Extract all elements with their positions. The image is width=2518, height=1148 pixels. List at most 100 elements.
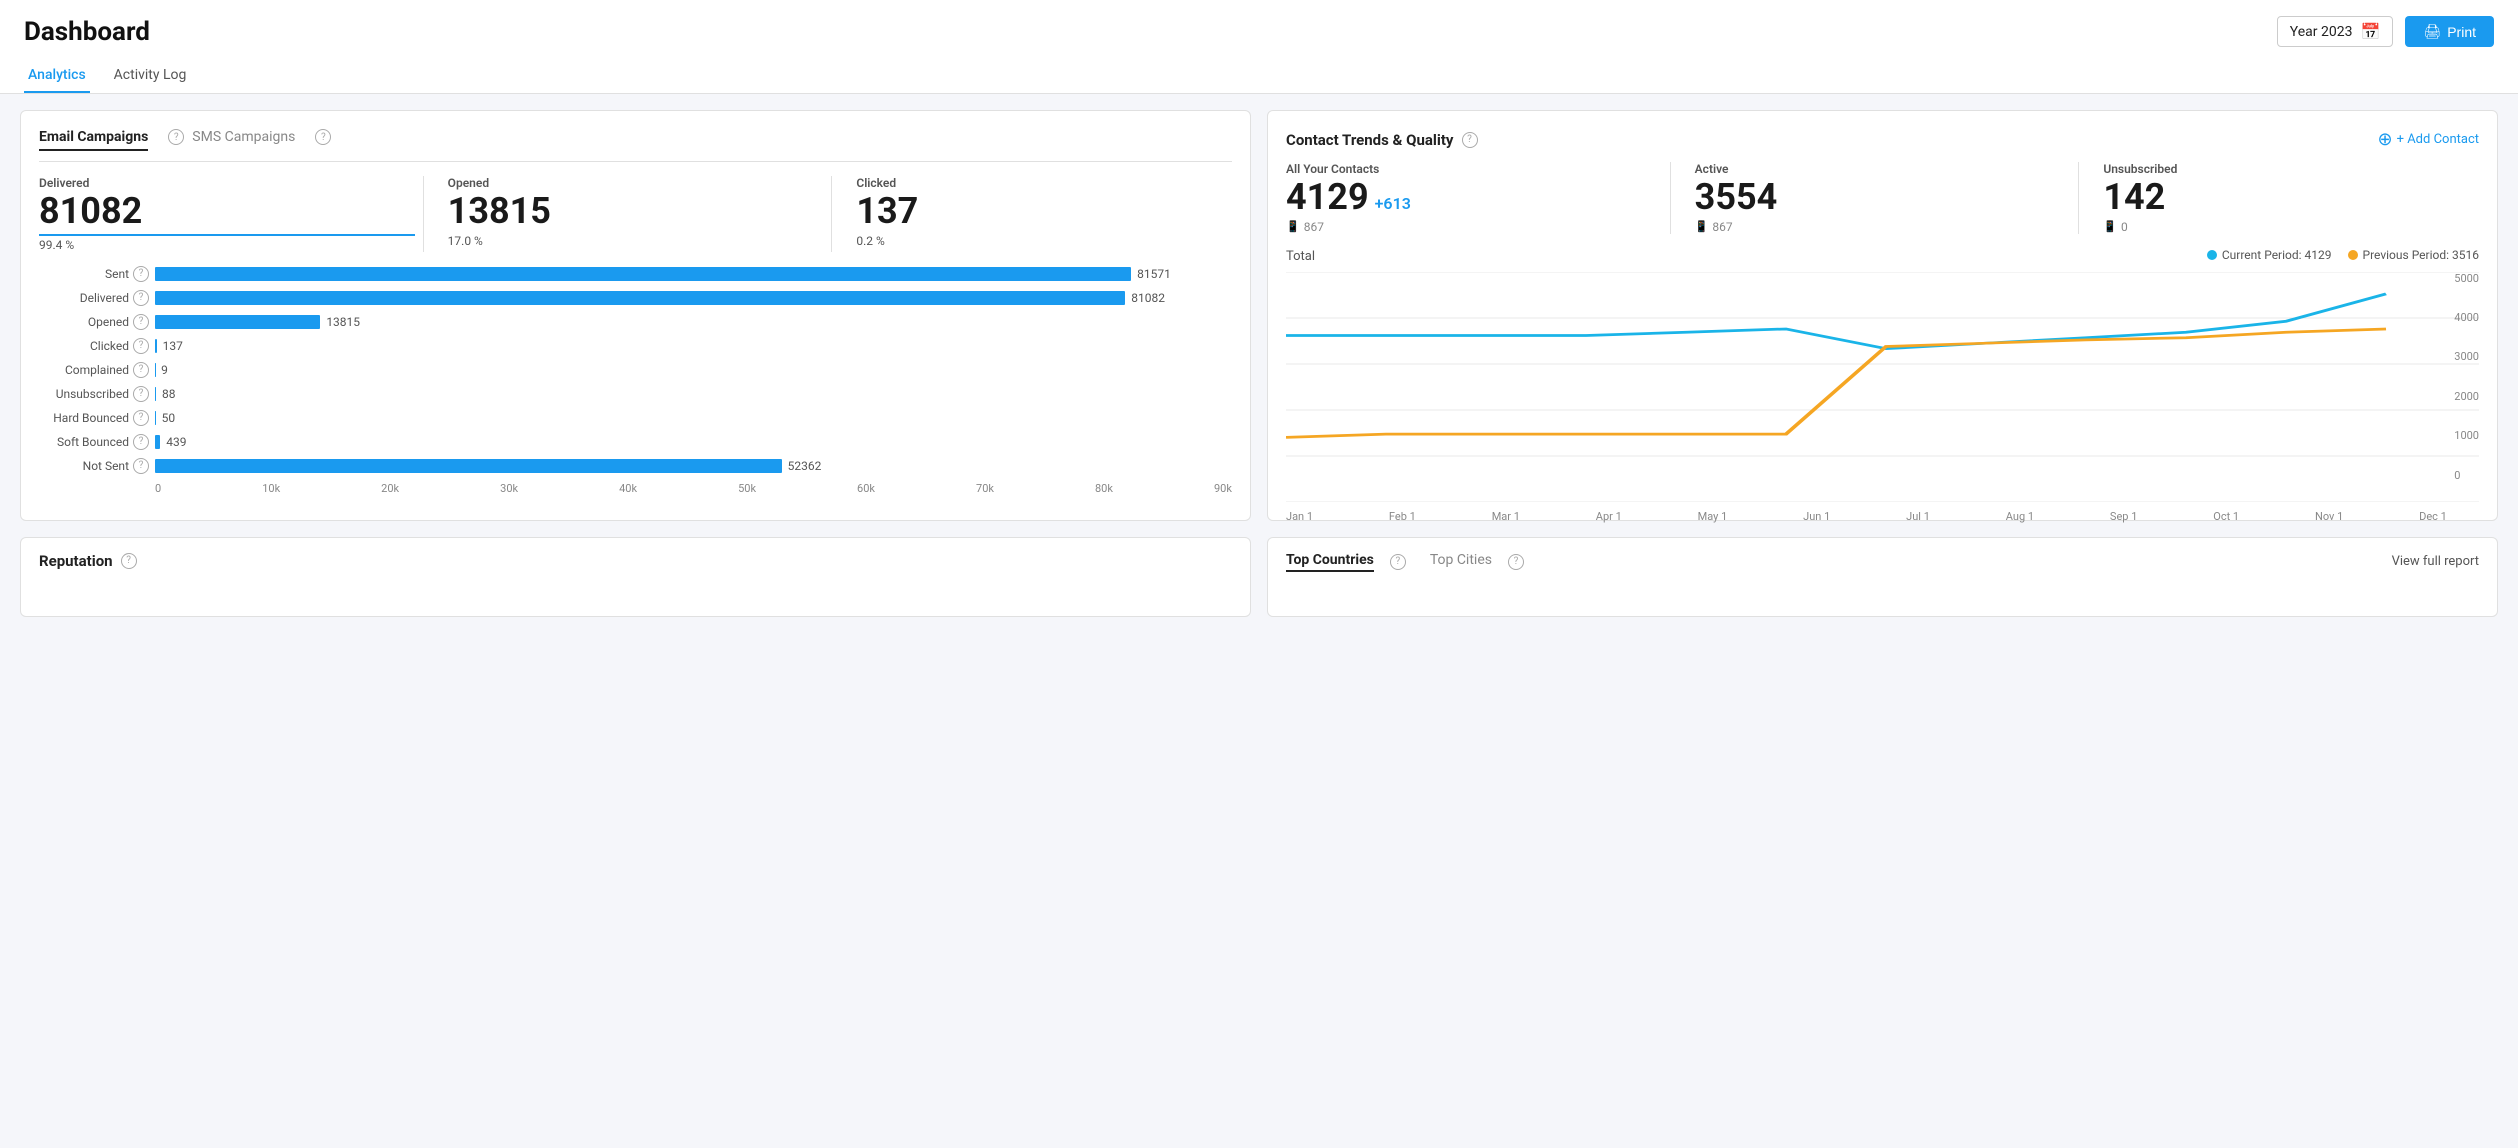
plus-icon: ⊕ <box>2378 129 2393 150</box>
bar-row: Soft Bounced ? 439 <box>39 434 1232 450</box>
page-title: Dashboard <box>24 17 150 47</box>
email-bar-chart: Sent ? 81571 Delivered ? 81082 Opened ? <box>39 266 1232 474</box>
bar-row: Complained ? 9 <box>39 362 1232 378</box>
reputation-title: Reputation <box>39 552 113 570</box>
x-axis-label: 60k <box>857 482 875 495</box>
bar-row: Unsubscribed ? 88 <box>39 386 1232 402</box>
bar-value: 88 <box>162 387 202 401</box>
reputation-card: Reputation ? <box>20 537 1251 617</box>
bar-container: 13815 <box>155 315 1232 329</box>
bar-container: 52362 <box>155 459 1232 473</box>
bar-help-icon[interactable]: ? <box>133 386 149 402</box>
year-selector-label: Year 2023 <box>2290 24 2353 40</box>
x-jul: Jul 1 <box>1906 510 1930 523</box>
contact-trends-title: Contact Trends & Quality <box>1286 131 1454 149</box>
main-tabs: Analytics Activity Log <box>24 59 2494 93</box>
active-phone: 867 <box>1712 220 1732 234</box>
x-axis-label: 90k <box>1214 482 1232 495</box>
x-dec: Dec 1 <box>2419 510 2447 523</box>
bar-help-icon[interactable]: ? <box>133 410 149 426</box>
bar-container: 50 <box>155 411 1232 425</box>
bar-row: Delivered ? 81082 <box>39 290 1232 306</box>
bar-value: 81571 <box>1137 267 1177 281</box>
top-countries-tab[interactable]: Top Countries <box>1286 552 1374 572</box>
bar-container: 137 <box>155 339 1232 353</box>
email-campaigns-tab[interactable]: Email Campaigns <box>39 129 148 151</box>
all-contacts-phone: 867 <box>1304 220 1324 234</box>
contact-trends-card: Contact Trends & Quality ? ⊕ + Add Conta… <box>1267 110 2498 521</box>
bar-container: 88 <box>155 387 1232 401</box>
bar-fill <box>155 411 156 425</box>
contact-trends-help-icon[interactable]: ? <box>1462 132 1478 148</box>
clicked-pct: 0.2 % <box>856 234 1232 248</box>
x-mar: Mar 1 <box>1492 510 1520 523</box>
bar-fill <box>155 291 1125 305</box>
bar-label: Not Sent ? <box>39 458 149 474</box>
x-axis-label: 0 <box>155 482 161 495</box>
line-chart-svg <box>1286 272 2479 502</box>
bar-container: 81082 <box>155 291 1232 305</box>
bar-label: Hard Bounced ? <box>39 410 149 426</box>
legend-current: Current Period: 4129 <box>2207 248 2332 262</box>
x-feb: Feb 1 <box>1389 510 1416 523</box>
x-axis-label: 70k <box>976 482 994 495</box>
legend-current-label: Current Period: 4129 <box>2222 248 2332 262</box>
bar-fill <box>155 339 157 353</box>
sms-campaigns-tab[interactable]: SMS Campaigns <box>192 129 295 151</box>
x-aug: Aug 1 <box>2006 510 2034 523</box>
legend-previous: Previous Period: 3516 <box>2348 248 2479 262</box>
printer-icon: 🖨 <box>2423 23 2441 40</box>
bar-row: Opened ? 13815 <box>39 314 1232 330</box>
bar-help-icon[interactable]: ? <box>133 290 149 306</box>
all-contacts-plus: +613 <box>1375 195 1411 213</box>
x-axis-label: 80k <box>1095 482 1113 495</box>
y-axis-labels: 5000 4000 3000 2000 1000 0 <box>2454 272 2479 482</box>
bar-help-icon[interactable]: ? <box>133 458 149 474</box>
x-may: May 1 <box>1698 510 1728 523</box>
bar-help-icon[interactable]: ? <box>133 314 149 330</box>
opened-pct: 17.0 % <box>448 234 824 248</box>
email-campaigns-help-icon[interactable]: ? <box>168 129 184 145</box>
view-full-report-link[interactable]: View full report <box>2392 554 2479 569</box>
bar-help-icon[interactable]: ? <box>133 266 149 282</box>
x-axis: 010k20k30k40k50k60k70k80k90k <box>39 482 1232 495</box>
bar-label: Complained ? <box>39 362 149 378</box>
year-selector[interactable]: Year 2023 📅 <box>2277 16 2394 47</box>
bar-fill <box>155 459 782 473</box>
reputation-help-icon[interactable]: ? <box>121 553 137 569</box>
bar-row: Clicked ? 137 <box>39 338 1232 354</box>
sms-campaigns-help-icon[interactable]: ? <box>315 129 331 145</box>
bar-label: Sent ? <box>39 266 149 282</box>
bar-help-icon[interactable]: ? <box>133 362 149 378</box>
tab-activity-log[interactable]: Activity Log <box>110 59 191 93</box>
x-axis-label: 50k <box>738 482 756 495</box>
delivered-label: Delivered <box>39 176 415 190</box>
top-cities-tab[interactable]: Top Cities <box>1430 552 1492 572</box>
bar-label: Soft Bounced ? <box>39 434 149 450</box>
opened-value: 13815 <box>448 192 824 232</box>
y-label-4000: 4000 <box>2454 311 2479 324</box>
x-axis-label: 40k <box>619 482 637 495</box>
bar-help-icon[interactable]: ? <box>133 338 149 354</box>
x-axis-label: 10k <box>262 482 280 495</box>
bar-row: Hard Bounced ? 50 <box>39 410 1232 426</box>
x-oct: Oct 1 <box>2213 510 2239 523</box>
top-locations-card: Top Countries ? Top Cities ? View full r… <box>1267 537 2498 617</box>
bar-value: 439 <box>166 435 206 449</box>
print-button[interactable]: 🖨 Print <box>2405 16 2494 47</box>
bar-row: Sent ? 81571 <box>39 266 1232 282</box>
clicked-value: 137 <box>856 192 1232 232</box>
tab-analytics[interactable]: Analytics <box>24 59 90 93</box>
bar-help-icon[interactable]: ? <box>133 434 149 450</box>
phone-icon-2: 📱 <box>1695 220 1709 233</box>
active-value: 3554 <box>1695 178 1778 218</box>
add-contact-button[interactable]: ⊕ + Add Contact <box>2378 129 2480 150</box>
bar-value: 50 <box>162 411 202 425</box>
delivered-value: 81082 <box>39 192 415 236</box>
opened-label: Opened <box>448 176 824 190</box>
x-apr: Apr 1 <box>1596 510 1622 523</box>
x-axis-label: 30k <box>500 482 518 495</box>
clicked-label: Clicked <box>856 176 1232 190</box>
top-cities-help-icon[interactable]: ? <box>1508 554 1524 570</box>
top-countries-help-icon[interactable]: ? <box>1390 554 1406 570</box>
